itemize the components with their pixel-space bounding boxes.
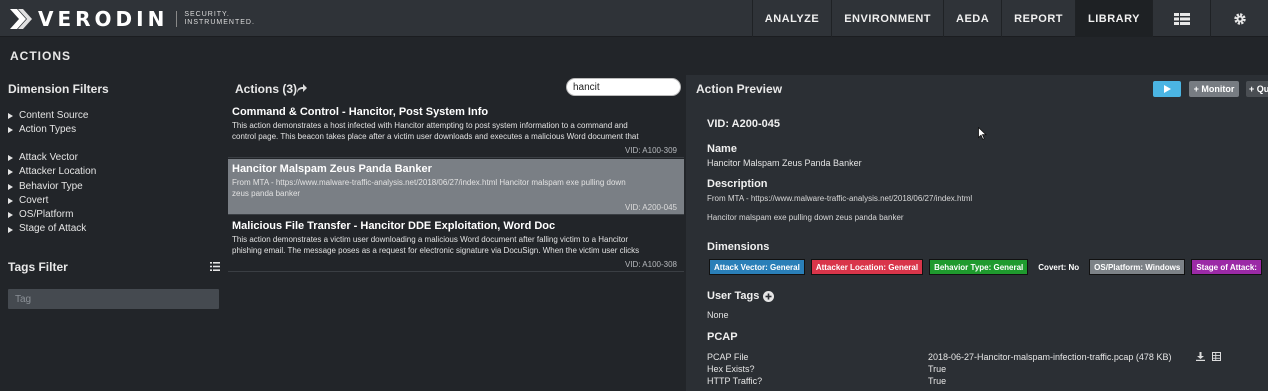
download-icon[interactable] bbox=[1196, 352, 1205, 361]
dimension-badge-attack-vector[interactable]: Attack Vector: General bbox=[709, 259, 805, 275]
actions-count-title: Actions (3) bbox=[235, 82, 298, 96]
action-description: This action demonstrates a host infected… bbox=[232, 121, 639, 141]
pcap-label: PCAP bbox=[707, 331, 738, 343]
verodin-logo[interactable]: VERODIN SECURITY. INSTRUMENTED. bbox=[10, 7, 255, 31]
dimension-badge-attacker-location[interactable]: Attacker Location: General bbox=[810, 259, 924, 275]
filter-group-source: Content Source Action Types bbox=[8, 109, 89, 138]
search-input[interactable] bbox=[566, 78, 681, 96]
main-nav: ANALYZE ENVIRONMENT AEDA REPORT LIBRARY bbox=[751, 0, 1268, 37]
user-tags-value: None bbox=[707, 310, 729, 320]
filter-covert[interactable]: Covert bbox=[8, 194, 96, 208]
add-tag-icon[interactable] bbox=[763, 291, 774, 302]
action-preview-title: Action Preview bbox=[696, 82, 783, 96]
play-icon bbox=[1164, 85, 1171, 93]
top-navbar: VERODIN SECURITY. INSTRUMENTED. ANALYZE … bbox=[0, 0, 1268, 37]
nav-library[interactable]: LIBRARY bbox=[1075, 0, 1152, 37]
action-preview-panel: Action Preview + Monitor + Qu VID: A200-… bbox=[686, 75, 1268, 391]
action-description: From MTA - https://www.malware-traffic-a… bbox=[232, 178, 626, 198]
table-view-icon[interactable] bbox=[1212, 352, 1221, 361]
pcap-file-value: 2018-06-27-Hancitor-malspam-infection-tr… bbox=[928, 352, 1172, 362]
grid-menu-icon bbox=[1173, 12, 1190, 25]
expand-arrow-icon bbox=[8, 169, 13, 176]
description-line-1: From MTA - https://www.malware-traffic-a… bbox=[707, 194, 973, 203]
expand-arrow-icon bbox=[8, 226, 13, 233]
filter-attacker-location[interactable]: Attacker Location bbox=[8, 165, 96, 179]
dimension-badge-covert[interactable]: Covert: No bbox=[1034, 259, 1083, 275]
queue-button[interactable]: + Qu bbox=[1246, 81, 1268, 97]
filter-panel: Dimension Filters Content Source Action … bbox=[0, 75, 228, 391]
logo-wordmark: VERODIN bbox=[38, 7, 169, 31]
name-value: Hancitor Malspam Zeus Panda Banker bbox=[707, 158, 862, 168]
expand-arrow-icon bbox=[8, 113, 13, 120]
filter-attack-vector[interactable]: Attack Vector bbox=[8, 151, 96, 165]
dimension-filters-title: Dimension Filters bbox=[8, 82, 109, 96]
nav-environment[interactable]: ENVIRONMENT bbox=[831, 0, 943, 37]
tags-filter-title: Tags Filter bbox=[8, 260, 68, 274]
filter-action-types[interactable]: Action Types bbox=[8, 123, 89, 137]
action-title: Hancitor Malspam Zeus Panda Banker bbox=[232, 163, 432, 175]
logo-tagline: SECURITY. INSTRUMENTED. bbox=[176, 11, 255, 27]
action-vid: VID: A100-308 bbox=[624, 260, 677, 269]
action-result-row[interactable]: Command & Control - Hancitor, Post Syste… bbox=[228, 102, 684, 158]
pcap-file-key: PCAP File bbox=[707, 352, 749, 362]
dimension-badge-behavior-type[interactable]: Behavior Type: General bbox=[929, 259, 1029, 275]
nav-analyze[interactable]: ANALYZE bbox=[751, 0, 831, 37]
filter-os-platform[interactable]: OS/Platform bbox=[8, 208, 96, 222]
action-vid: VID: A200-045 bbox=[624, 203, 677, 212]
dimensions-badges: Attack Vector: General Attacker Location… bbox=[709, 259, 1262, 275]
http-traffic-value: True bbox=[928, 376, 947, 386]
expand-arrow-icon bbox=[8, 155, 13, 162]
filter-content-source[interactable]: Content Source bbox=[8, 109, 89, 123]
expand-arrow-icon bbox=[8, 183, 13, 190]
user-tags-label: User Tags bbox=[707, 290, 760, 302]
hex-exists-value: True bbox=[928, 364, 947, 374]
list-icon[interactable] bbox=[210, 262, 220, 271]
dimension-badge-stage-of-attack[interactable]: Stage of Attack: bbox=[1191, 259, 1262, 275]
action-result-row[interactable]: Malicious File Transfer - Hancitor DDE E… bbox=[228, 216, 684, 272]
run-button[interactable] bbox=[1153, 81, 1181, 97]
dimension-badge-os-platform[interactable]: OS/Platform: Windows bbox=[1089, 259, 1186, 275]
monitor-button[interactable]: + Monitor bbox=[1189, 81, 1239, 97]
action-vid: VID: A100-309 bbox=[624, 146, 677, 155]
description-line-2: Hancitor malspam exe pulling down zeus p… bbox=[707, 213, 904, 222]
settings-button[interactable] bbox=[1210, 0, 1268, 37]
action-title: Command & Control - Hancitor, Post Syste… bbox=[232, 106, 489, 118]
nav-aeda[interactable]: AEDA bbox=[943, 0, 1001, 37]
nav-report[interactable]: REPORT bbox=[1001, 0, 1075, 37]
http-traffic-key: HTTP Traffic? bbox=[707, 376, 763, 386]
page-title: ACTIONS bbox=[10, 49, 71, 63]
dimensions-label: Dimensions bbox=[707, 241, 770, 253]
hex-exists-key: Hex Exists? bbox=[707, 364, 755, 374]
description-label: Description bbox=[707, 178, 768, 190]
expand-arrow-icon bbox=[8, 127, 13, 134]
vid-heading: VID: A200-045 bbox=[707, 118, 780, 130]
action-result-row-selected[interactable]: Hancitor Malspam Zeus Panda Banker From … bbox=[228, 159, 684, 215]
mouse-cursor-icon bbox=[978, 127, 987, 140]
actions-list-panel: Actions (3) Command & Control - Hancitor… bbox=[228, 75, 686, 391]
grid-menu-button[interactable] bbox=[1152, 0, 1210, 37]
logo-chevron-icon bbox=[10, 9, 32, 29]
expand-arrow-icon bbox=[8, 198, 13, 205]
share-icon[interactable] bbox=[297, 84, 307, 93]
filter-behavior-type[interactable]: Behavior Type bbox=[8, 180, 96, 194]
expand-arrow-icon bbox=[8, 212, 13, 219]
filter-group-dimensions: Attack Vector Attacker Location Behavior… bbox=[8, 151, 96, 237]
gear-icon bbox=[1233, 12, 1246, 25]
action-description: This action demonstrates a victim user d… bbox=[232, 235, 640, 255]
action-title: Malicious File Transfer - Hancitor DDE E… bbox=[232, 220, 556, 232]
tag-input[interactable] bbox=[8, 289, 219, 309]
filter-stage-of-attack[interactable]: Stage of Attack bbox=[8, 222, 96, 236]
name-label: Name bbox=[707, 143, 737, 155]
